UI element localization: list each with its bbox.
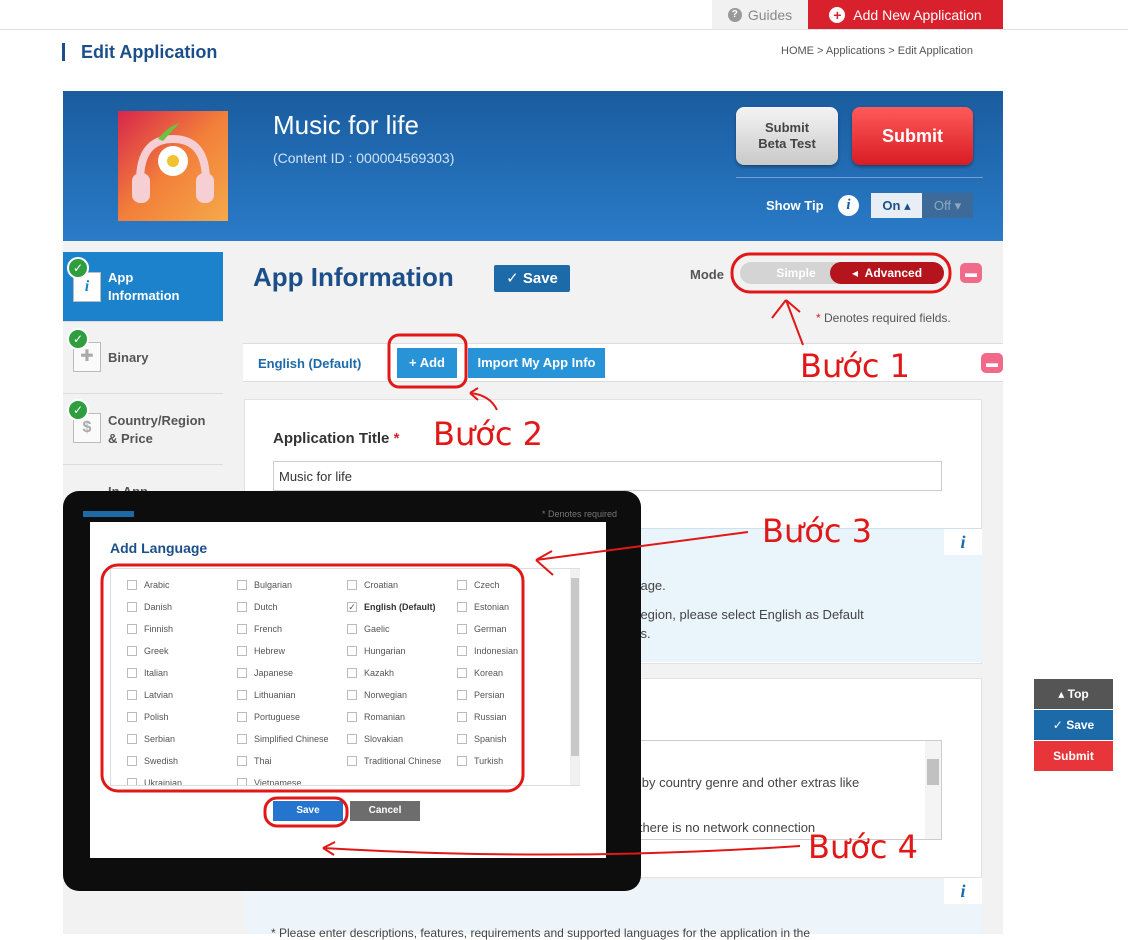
arrow-step4 bbox=[322, 841, 801, 856]
arrow-step1 bbox=[771, 299, 804, 346]
highlight-language-list bbox=[100, 563, 525, 793]
highlight-mode bbox=[730, 252, 952, 294]
step-4-label: Bước 4 bbox=[808, 828, 918, 866]
arrow-step2 bbox=[469, 387, 498, 411]
step-1-label: Bước 1 bbox=[800, 347, 910, 385]
arrow-step3 bbox=[535, 531, 749, 576]
annotation-layer bbox=[100, 252, 952, 856]
step-3-label: Bước 3 bbox=[762, 512, 872, 550]
highlight-add bbox=[387, 333, 468, 389]
highlight-save bbox=[263, 796, 349, 828]
step-2-label: Bước 2 bbox=[433, 415, 543, 453]
